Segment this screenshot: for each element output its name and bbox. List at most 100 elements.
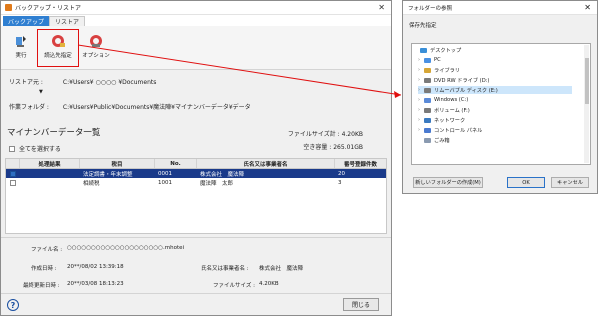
read-dest-label: 読込先指定 [44, 53, 72, 59]
row-check-box[interactable] [10, 170, 16, 177]
new-folder-button[interactable]: 新しいフォルダーの作成(M) [413, 177, 483, 188]
tab-bar: バックアップ リストア [1, 15, 391, 26]
cell-no: 0001 [158, 170, 172, 177]
desktop-icon [420, 47, 427, 53]
file-name-value: ○○○○○○○○○○○○○○○○○○○○.mhotei [67, 245, 185, 251]
file-size-value: 4.20KB [259, 281, 279, 287]
header-name[interactable]: 氏名又は事業者名 [197, 159, 335, 168]
modified-label: 最終更新日時 : [23, 283, 60, 289]
volume-drive-icon [424, 107, 431, 113]
tree-item-label: コントロール パネル [434, 127, 483, 134]
tree-item-control-panel[interactable]: › コントロール パネル [418, 126, 482, 134]
dvd-drive-icon [424, 77, 431, 83]
restore-source-value: C:¥Users¥ ○○○○ ¥Documents [62, 79, 157, 86]
library-icon [424, 67, 431, 73]
option-label: オプション [82, 53, 110, 59]
tree-item-label: ネットワーク [434, 117, 466, 124]
recycle-bin-icon [424, 137, 431, 143]
read-dest-button[interactable]: 読込先指定 [40, 32, 76, 66]
tree-item-volume[interactable]: › ボリューム (F:) [418, 106, 470, 114]
folder-tree[interactable]: デスクトップ › PC › ライブラリ › DVD RW ドライブ (D:) ›… [411, 43, 591, 165]
cell-no: 1001 [158, 179, 172, 186]
file-size-total: ファイルサイズ計 : 4.20KB [287, 131, 363, 138]
footer-bar: ? 閉じる [1, 293, 391, 315]
select-all-label: 全てを選択する [19, 146, 61, 153]
cell-tax: 法定調書・年末調整 [83, 171, 133, 178]
table-row[interactable]: 相続税 1001 魔法陣 太郎 3 [6, 178, 386, 187]
header-count[interactable]: 番号登録件数 [335, 159, 386, 168]
tree-item-label: DVD RW ドライブ (D:) [434, 77, 490, 84]
cell-result [20, 169, 80, 178]
section-title: マイナンバーデータ一覧 [7, 128, 101, 138]
free-space: 空き容量 : 265.01GB [303, 144, 363, 151]
tree-item-removable[interactable]: › リムーバブル ディスク (E:) [418, 86, 572, 94]
restore-source-row: リストア元 : C:¥Users¥ ○○○○ ¥Documents [9, 77, 156, 86]
tab-backup[interactable]: バックアップ [3, 16, 50, 26]
created-value: 20**/08/02 13:39:18 [67, 264, 124, 270]
work-folder-label: 作業フォルダ : [9, 104, 49, 111]
dialog-title: フォルダーの参照 [403, 1, 597, 15]
tree-item-label: ごみ箱 [434, 137, 450, 144]
control-panel-icon [424, 127, 431, 133]
header-tax[interactable]: 税目 [80, 159, 155, 168]
mynumber-table: 処理結果 税目 No. 氏名又は事業者名 番号登録件数 法定調書・年末調整 00… [5, 158, 387, 234]
option-icon [90, 35, 102, 47]
callout-arrowhead [394, 91, 401, 98]
pc-icon [424, 57, 431, 63]
help-button[interactable]: ? [7, 299, 19, 311]
cell-tax: 相続税 [83, 180, 100, 187]
tree-item-desktop[interactable]: デスクトップ [414, 46, 461, 54]
tree-item-network[interactable]: › ネットワーク [418, 116, 465, 124]
dialog-subtitle: 保存先指定 [409, 23, 437, 29]
dialog-close-icon[interactable]: ✕ [584, 3, 591, 12]
execute-icon [16, 36, 26, 47]
window-close-icon[interactable]: ✕ [378, 3, 385, 12]
tree-item-dvd[interactable]: › DVD RW ドライブ (D:) [418, 76, 489, 84]
row-checkbox[interactable] [6, 169, 20, 178]
backup-restore-window: バックアップ・リストア ✕ バックアップ リストア 実行 読込先指定 オプション… [0, 0, 392, 316]
cell-name: 株式会社 魔法陣 [200, 171, 245, 178]
table-header: 処理結果 税目 No. 氏名又は事業者名 番号登録件数 [6, 159, 386, 169]
tree-item-label: Windows (C:) [434, 97, 469, 103]
row-checkbox[interactable] [6, 178, 20, 187]
window-title: バックアップ・リストア [15, 5, 82, 12]
tree-item-pc[interactable]: › PC [418, 56, 441, 64]
cancel-button[interactable]: キャンセル [551, 177, 589, 188]
row-check-box[interactable] [10, 179, 16, 186]
tree-item-recycle-bin[interactable]: ごみ箱 [418, 136, 450, 144]
header-result[interactable]: 処理結果 [20, 159, 80, 168]
folder-browse-dialog: フォルダーの参照 ✕ 保存先指定 デスクトップ › PC › ライブラリ › D… [402, 0, 598, 194]
windows-drive-icon [424, 97, 431, 103]
tree-item-windows[interactable]: › Windows (C:) [418, 96, 468, 104]
header-no[interactable]: No. [155, 159, 197, 168]
work-folder-value: C:¥Users¥Public¥Documents¥魔法陣¥マイナンバーデータ¥… [62, 104, 251, 111]
tree-item-library[interactable]: › ライブラリ [418, 66, 460, 74]
select-all-box[interactable] [9, 145, 15, 152]
select-all-checkbox[interactable]: 全てを選択する [9, 144, 61, 153]
owner-label: 氏名又は事業者名 : [201, 266, 249, 272]
ribbon-toolbar: 実行 読込先指定 オプション [1, 26, 391, 70]
restore-source-label: リストア元 : [9, 79, 43, 86]
work-folder-row: 作業フォルダ : C:¥Users¥Public¥Documents¥魔法陣¥マ… [9, 102, 251, 111]
cell-result [20, 178, 80, 187]
title-bar: バックアップ・リストア ✕ [1, 1, 391, 15]
execute-button[interactable]: 実行 [3, 32, 39, 66]
network-icon [424, 117, 431, 123]
tree-scrollbar-thumb[interactable] [585, 58, 589, 104]
tree-item-label: デスクトップ [430, 47, 462, 54]
close-button[interactable]: 閉じる [343, 298, 379, 311]
tab-restore[interactable]: リストア [49, 16, 86, 26]
file-size-label: ファイルサイズ : [213, 283, 255, 289]
option-button[interactable]: オプション [78, 32, 114, 66]
ok-button[interactable]: OK [507, 177, 545, 188]
owner-value: 株式会社 魔法陣 [259, 266, 304, 272]
cell-name: 魔法陣 太郎 [200, 180, 234, 187]
tree-item-label: ボリューム (F:) [434, 107, 470, 114]
execute-label: 実行 [15, 53, 27, 59]
read-dest-icon [52, 35, 65, 47]
down-arrow-icon: ▼ [39, 89, 43, 95]
file-details-panel: ファイル名 : ○○○○○○○○○○○○○○○○○○○○.mhotei 作成日時… [1, 237, 391, 291]
tree-item-label: PC [434, 57, 441, 63]
created-label: 作成日時 : [31, 266, 57, 272]
table-row[interactable]: 法定調書・年末調整 0001 株式会社 魔法陣 20 [6, 169, 386, 178]
